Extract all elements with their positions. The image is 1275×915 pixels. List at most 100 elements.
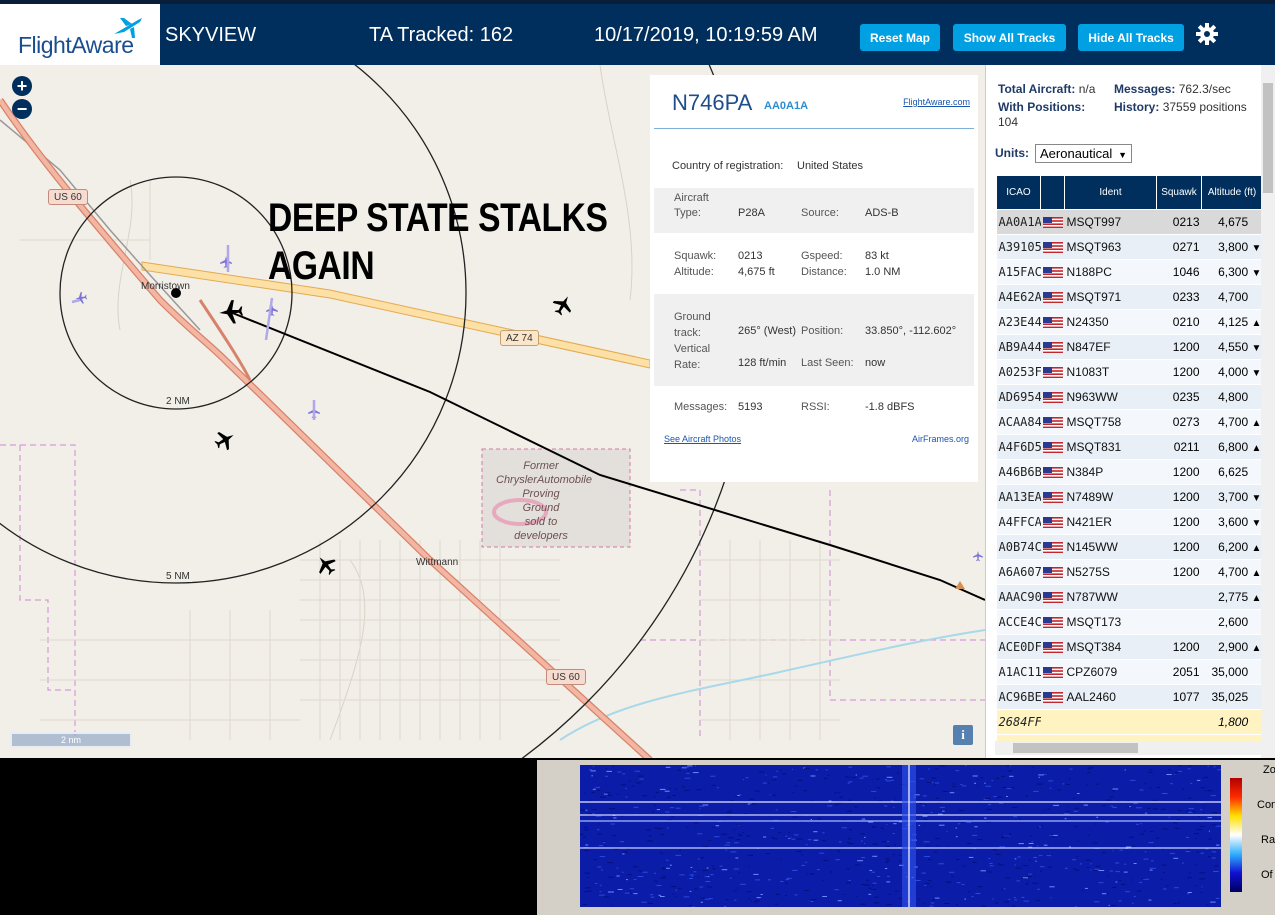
aircraft-table-row[interactable]: AB9A44 N847EF 1200 4,550 ▼ — [996, 334, 1262, 360]
show-all-tracks-button[interactable]: Show All Tracks — [953, 24, 1066, 51]
vertical-rate-value: 128 ft/min — [738, 357, 787, 369]
altitude-value: 4,800 — [1218, 390, 1249, 404]
aircraft-table-row[interactable]: A0253F N1083T 1200 4,000 ▼ — [996, 359, 1262, 385]
distance-label: Distance: — [801, 266, 847, 278]
aircraft-marker[interactable] — [74, 291, 88, 305]
aircraft-table-row[interactable]: A0B74C N145WW 1200 6,200 ▲ — [996, 534, 1262, 560]
rssi-label: RSSI: — [801, 401, 830, 413]
squawk-cell: 0213 — [1156, 209, 1202, 235]
altitude-value: 1,800 — [1218, 715, 1249, 729]
column-header-squawk[interactable]: Squawk — [1156, 175, 1202, 210]
aircraft-table-row[interactable]: AA13EA N7489W 1200 3,700 ▼ — [996, 484, 1262, 510]
us-flag-icon — [1042, 492, 1063, 504]
aircraft-table-row[interactable]: ACAA84 MSQT758 0273 4,700 ▲ — [996, 409, 1262, 435]
hide-all-tracks-button[interactable]: Hide All Tracks — [1078, 24, 1184, 51]
sidebar-vertical-scrollbar[interactable] — [1261, 65, 1275, 758]
ground-track-value: 265° (West) — [738, 325, 796, 337]
gear-icon[interactable] — [1195, 22, 1219, 46]
aircraft-table-row[interactable]: AD6954 N963WW 0235 4,800 — [996, 384, 1262, 410]
scrollbar-thumb[interactable] — [1263, 83, 1273, 193]
units-select[interactable]: Aeronautical — [1035, 144, 1132, 164]
map-info-button[interactable]: i — [953, 725, 973, 745]
altitude-cell: 35,000 — [1201, 659, 1262, 685]
aircraft-marker[interactable] — [312, 551, 340, 579]
column-header-altitude[interactable]: Altitude (ft) — [1201, 175, 1262, 210]
altitude-value: 4,675 — [1218, 215, 1249, 229]
icao-cell: A0B74C — [996, 534, 1041, 560]
altitude-trend-icon: ▲ — [1251, 643, 1262, 654]
last-seen-value: now — [865, 357, 886, 369]
aircraft-table-row[interactable]: A1AC11 CPZ6079 2051 35,000 — [996, 659, 1262, 685]
altitude-trend-icon: ▼ — [1251, 268, 1262, 279]
ident-cell: MSQT997 — [1064, 209, 1157, 235]
aircraft-table-row[interactable]: A4F6D5 MSQT831 0211 6,800 ▲ — [996, 434, 1262, 460]
aircraft-table-row[interactable]: A39105 MSQT963 0271 3,800 ▼ — [996, 234, 1262, 260]
altitude-value: 4,700 — [1218, 415, 1249, 429]
aircraft-table-row[interactable]: AAAC90 N787WW 2,775 ▲ — [996, 584, 1262, 610]
messages-value: 5193 — [738, 401, 763, 413]
aircraft-marker-selected[interactable] — [218, 299, 244, 325]
altitude-cell: 2,900 ▲ — [1201, 634, 1262, 660]
reset-map-button[interactable]: Reset Map — [860, 24, 940, 51]
column-header-icao[interactable]: ICAO — [996, 175, 1041, 210]
aircraft-table-row[interactable]: A6A607 N5275S 1200 4,700 ▲ — [996, 559, 1262, 585]
aircraft-table-row[interactable]: AC96BE AAL2460 1077 35,025 — [996, 684, 1262, 710]
column-header-ident[interactable]: Ident — [1064, 175, 1157, 210]
aircraft-marker[interactable] — [211, 426, 239, 454]
altitude-value: 6,625 — [1218, 465, 1249, 479]
ident-cell: N384P — [1064, 459, 1157, 485]
squawk-cell: 1200 — [1156, 559, 1202, 585]
aircraft-marker[interactable] — [549, 291, 577, 319]
altitude-value: 4,700 — [1218, 565, 1249, 579]
gspeed-value: 83 kt — [865, 250, 889, 262]
aircraft-table-row[interactable]: A4E62A MSQT971 0233 4,700 — [996, 284, 1262, 310]
flightaware-link[interactable]: FlightAware.com — [903, 97, 970, 107]
table-horizontal-scrollbar[interactable] — [995, 741, 1261, 755]
icao-cell: A4FFCA — [996, 509, 1041, 535]
flag-cell — [1040, 659, 1065, 685]
aircraft-table-row[interactable]: ACE0DF MSQT384 1200 2,900 ▲ — [996, 634, 1262, 660]
positions-stat: With Positions: 104 — [998, 100, 1108, 130]
ident-cell: N963WW — [1064, 384, 1157, 410]
squawk-cell: 0211 — [1156, 434, 1202, 460]
aircraft-table-row[interactable]: AA0A1A MSQT997 0213 4,675 — [996, 209, 1262, 235]
scrollbar-thumb[interactable] — [1013, 743, 1138, 753]
aircraft-table-row[interactable]: A4FFCA N421ER 1200 3,600 ▼ — [996, 509, 1262, 535]
column-header-flag[interactable] — [1040, 175, 1065, 210]
icao-cell: AD6954 — [996, 384, 1041, 410]
flag-cell — [1040, 559, 1065, 585]
altitude-value: 4,700 — [1218, 290, 1249, 304]
altitude-cell: 3,800 ▼ — [1201, 234, 1262, 260]
selected-hex-link[interactable]: AA0A1A — [764, 100, 808, 112]
aircraft-marker[interactable] — [220, 256, 232, 268]
us-flag-icon — [1042, 392, 1063, 404]
ident-cell: MSQT831 — [1064, 434, 1157, 460]
aircraft-table-row[interactable]: ACCE4C MSQT173 2,600 — [996, 609, 1262, 635]
clock-datetime: 10/17/2019, 10:19:59 AM — [594, 24, 818, 46]
flag-cell — [1040, 434, 1065, 460]
aircraft-table-row[interactable]: A23E44 N24350 0210 4,125 ▲ — [996, 309, 1262, 335]
see-aircraft-photos-link[interactable]: See Aircraft Photos — [664, 434, 741, 444]
us-flag-icon — [1042, 517, 1063, 529]
altitude-value: 2,775 — [1218, 590, 1249, 604]
altitude-trend-icon: ▲ — [1251, 593, 1262, 604]
aircraft-table-row[interactable]: 2684FF 1,800 — [996, 709, 1262, 735]
aircraft-table-container[interactable]: ICAO Ident Squawk Altitude (ft) AA0A1A MS… — [996, 175, 1262, 743]
altitude-cell: 4,550 ▼ — [1201, 334, 1262, 360]
total-aircraft-value: n/a — [1078, 82, 1096, 96]
icao-cell: AC96BE — [996, 684, 1041, 710]
altitude-value: 4,675 ft — [738, 266, 775, 278]
squawk-cell: 2051 — [1156, 659, 1202, 685]
airframes-link[interactable]: AirFrames.org — [912, 434, 969, 444]
altitude-cell: 4,000 ▼ — [1201, 359, 1262, 385]
altitude-cell: 3,600 ▼ — [1201, 509, 1262, 535]
aircraft-table-row[interactable]: A46B6B N384P 1200 6,625 — [996, 459, 1262, 485]
aircraft-marker[interactable] — [973, 551, 983, 561]
flag-cell — [1040, 234, 1065, 260]
altitude-value: 3,700 — [1218, 490, 1249, 504]
tracked-count: TA Tracked: 162 — [369, 24, 514, 46]
aircraft-table-row[interactable]: A15FAC N188PC 1046 6,300 ▼ — [996, 259, 1262, 285]
icao-cell: AB9A44 — [996, 334, 1041, 360]
flightaware-logo[interactable]: FlightAware — [0, 4, 160, 65]
altitude-cell: 6,300 ▼ — [1201, 259, 1262, 285]
